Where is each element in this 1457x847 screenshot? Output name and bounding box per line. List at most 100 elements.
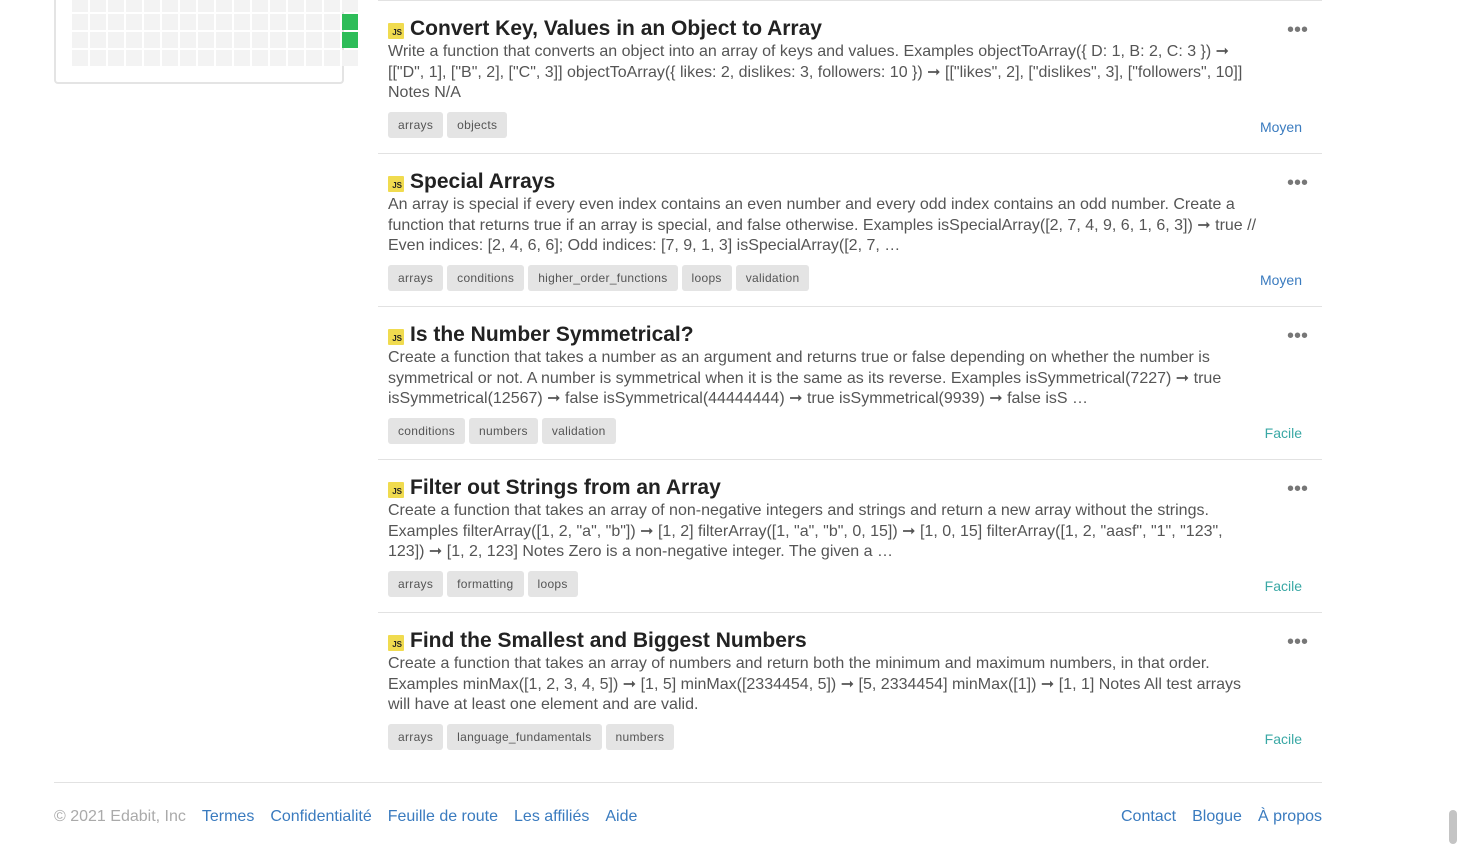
challenge-title[interactable]: Convert Key, Values in an Object to Arra… xyxy=(410,17,822,41)
heatmap-cell xyxy=(180,0,196,12)
tag-list: arrays language_fundamentals numbers xyxy=(388,724,675,750)
heatmap-cell xyxy=(144,0,160,12)
heatmap-cell xyxy=(234,32,250,48)
heatmap-cell xyxy=(306,50,322,66)
javascript-icon: JS xyxy=(388,635,404,651)
tag-list: arrays formatting loops xyxy=(388,571,578,597)
challenge-list: JS Convert Key, Values in an Object to A… xyxy=(378,0,1322,765)
challenge-card[interactable]: JS Convert Key, Values in an Object to A… xyxy=(378,0,1322,153)
heatmap-cell xyxy=(288,32,304,48)
heatmap-cell xyxy=(126,0,142,12)
heatmap-cell xyxy=(162,14,178,30)
scrollbar-thumb[interactable] xyxy=(1449,810,1457,844)
challenge-title[interactable]: Find the Smallest and Biggest Numbers xyxy=(410,629,807,653)
tag-chip[interactable]: loops xyxy=(527,571,578,597)
footer-link[interactable]: Blogue xyxy=(1192,808,1242,826)
tag-chip[interactable]: language_fundamentals xyxy=(447,724,602,750)
footer-link[interactable]: Confidentialité xyxy=(270,808,371,826)
tag-chip[interactable]: validation xyxy=(735,265,810,291)
challenge-title[interactable]: Is the Number Symmetrical? xyxy=(410,323,694,347)
tag-chip[interactable]: numbers xyxy=(469,418,538,444)
tag-chip[interactable]: loops xyxy=(681,265,732,291)
challenge-card[interactable]: JS Special Arrays ••• An array is specia… xyxy=(378,153,1322,306)
more-options-icon[interactable]: ••• xyxy=(1287,173,1308,193)
heatmap-cell xyxy=(234,50,250,66)
heatmap-cell xyxy=(306,0,322,12)
activity-heatmap xyxy=(72,0,358,66)
heatmap-cell xyxy=(270,50,286,66)
heatmap-cell xyxy=(108,0,124,12)
heatmap-cell xyxy=(324,14,340,30)
heatmap-cell xyxy=(144,32,160,48)
heatmap-cell xyxy=(324,50,340,66)
more-options-icon[interactable]: ••• xyxy=(1287,326,1308,346)
heatmap-cell xyxy=(288,14,304,30)
footer-link[interactable]: Aide xyxy=(605,808,637,826)
heatmap-cell xyxy=(306,32,322,48)
heatmap-cell xyxy=(90,14,106,30)
heatmap-cell xyxy=(288,0,304,12)
footer-link[interactable]: Feuille de route xyxy=(388,808,498,826)
more-options-icon[interactable]: ••• xyxy=(1287,632,1308,652)
tag-chip[interactable]: validation xyxy=(541,418,616,444)
challenge-title[interactable]: Special Arrays xyxy=(410,170,555,194)
tag-chip[interactable]: objects xyxy=(447,112,508,138)
heatmap-cell xyxy=(108,50,124,66)
tag-chip[interactable]: arrays xyxy=(388,724,444,750)
difficulty-label: Facile xyxy=(1264,578,1302,594)
tag-chip[interactable]: conditions xyxy=(447,265,525,291)
challenge-card[interactable]: JS Find the Smallest and Biggest Numbers… xyxy=(378,612,1322,765)
heatmap-cell xyxy=(180,14,196,30)
heatmap-cell xyxy=(342,50,358,66)
heatmap-cell xyxy=(234,14,250,30)
tag-chip[interactable]: numbers xyxy=(605,724,675,750)
heatmap-cell xyxy=(252,14,268,30)
heatmap-cell xyxy=(216,32,232,48)
heatmap-cell xyxy=(144,14,160,30)
tag-chip[interactable]: arrays xyxy=(388,265,444,291)
heatmap-cell xyxy=(252,32,268,48)
heatmap-cell xyxy=(252,50,268,66)
heatmap-cell xyxy=(342,0,358,12)
heatmap-cell xyxy=(144,50,160,66)
javascript-icon: JS xyxy=(388,176,404,192)
challenge-description: Create a function that takes an array of… xyxy=(388,655,1242,713)
heatmap-cell xyxy=(72,50,88,66)
heatmap-cell xyxy=(288,50,304,66)
footer-link[interactable]: Contact xyxy=(1121,808,1176,826)
difficulty-label: Facile xyxy=(1264,731,1302,747)
heatmap-cell xyxy=(324,32,340,48)
tag-list: arrays objects xyxy=(388,112,508,138)
heatmap-cell xyxy=(270,14,286,30)
tag-chip[interactable]: formatting xyxy=(447,571,524,597)
footer-link[interactable]: À propos xyxy=(1258,808,1322,826)
javascript-icon: JS xyxy=(388,329,404,345)
activity-heatmap-panel xyxy=(54,0,358,84)
heatmap-cell xyxy=(198,0,214,12)
tag-chip[interactable]: conditions xyxy=(388,418,466,444)
challenge-card[interactable]: JS Filter out Strings from an Array ••• … xyxy=(378,459,1322,612)
tag-list: conditions numbers validation xyxy=(388,418,616,444)
more-options-icon[interactable]: ••• xyxy=(1287,479,1308,499)
footer-link[interactable]: Les affiliés xyxy=(514,808,589,826)
tag-chip[interactable]: arrays xyxy=(388,571,444,597)
challenge-title[interactable]: Filter out Strings from an Array xyxy=(410,476,721,500)
more-options-icon[interactable]: ••• xyxy=(1287,20,1308,40)
footer-link[interactable]: Termes xyxy=(202,808,254,826)
heatmap-cell xyxy=(270,0,286,12)
heatmap-cell xyxy=(324,0,340,12)
tag-chip[interactable]: arrays xyxy=(388,112,444,138)
heatmap-cell xyxy=(198,50,214,66)
footer-divider xyxy=(54,782,1322,783)
difficulty-label: Moyen xyxy=(1259,272,1302,288)
tag-chip[interactable]: higher_order_functions xyxy=(528,265,678,291)
heatmap-cell xyxy=(198,14,214,30)
challenge-description: Write a function that converts an object… xyxy=(388,43,1243,101)
challenge-description: An array is special if every even index … xyxy=(388,196,1257,254)
javascript-icon: JS xyxy=(388,482,404,498)
heatmap-cell xyxy=(162,50,178,66)
tag-list: arrays conditions higher_order_functions lo… xyxy=(388,265,810,291)
heatmap-cell xyxy=(90,50,106,66)
challenge-card[interactable]: JS Is the Number Symmetrical? ••• Create… xyxy=(378,306,1322,459)
footer-right: Contact Blogue À propos xyxy=(1121,808,1322,826)
